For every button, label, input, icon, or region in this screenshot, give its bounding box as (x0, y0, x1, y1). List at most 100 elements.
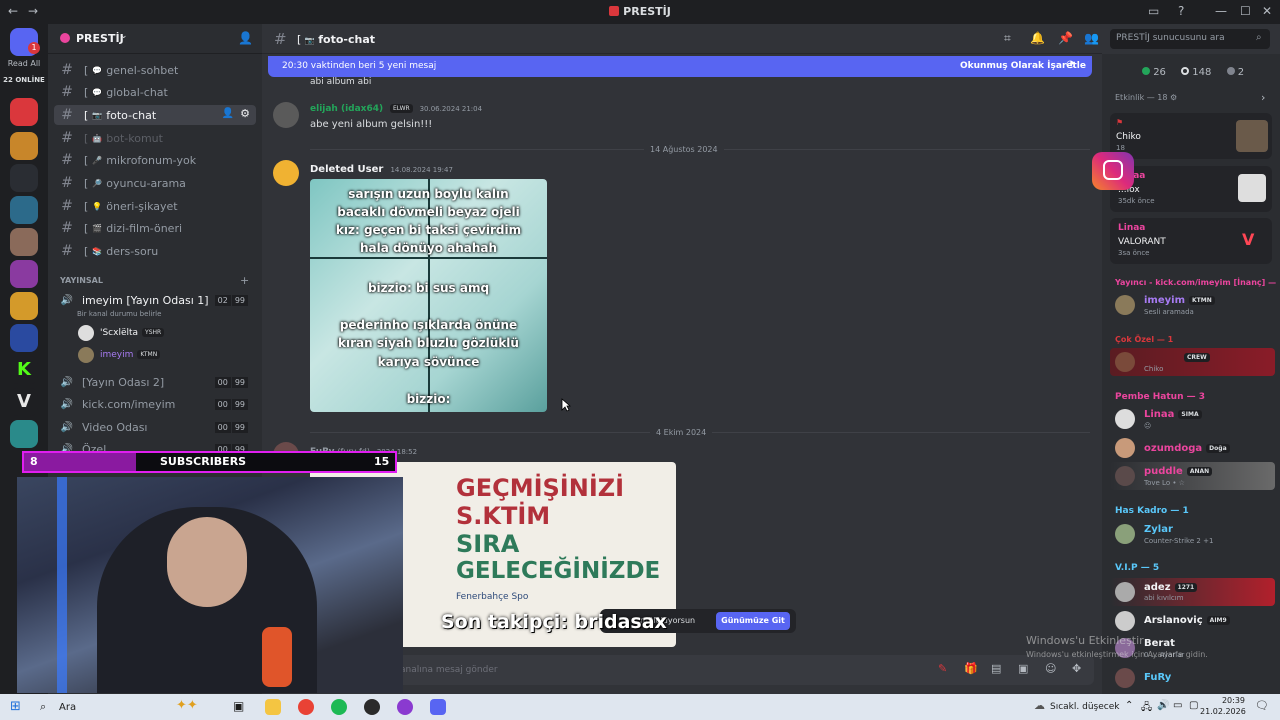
activity-card[interactable]: ⚑ Chiko 18 (1110, 113, 1272, 159)
member-name[interactable]: Zylar (1144, 524, 1173, 535)
help-icon[interactable]: ? (1178, 4, 1184, 18)
search-input[interactable]: PRESTİJ sunucusunu ara ⌕ (1110, 29, 1270, 49)
display-icon[interactable]: ▢ (1189, 700, 1198, 711)
channel-global-chat[interactable]: #[💬 global-chat (54, 82, 256, 102)
voice-room-1[interactable]: 🔊 imeyim [Yayın Odası 1] 02 99 (54, 290, 256, 310)
app-icon[interactable] (397, 699, 413, 715)
server-icon-4[interactable] (10, 196, 38, 224)
channel-foto-chat[interactable]: #[📷 foto-chat 👤 ⚙ (54, 105, 256, 125)
add-member-icon[interactable]: 👤 (238, 31, 253, 45)
bell-icon[interactable]: 🔔 (1030, 31, 1045, 45)
server-icon-8[interactable] (10, 324, 38, 352)
avatar[interactable] (1115, 466, 1135, 486)
maximize-icon[interactable]: ☐ (1240, 4, 1251, 18)
member-list-icon[interactable]: 👥 (1084, 31, 1099, 45)
server-icon-2[interactable] (10, 132, 38, 160)
minimize-icon[interactable]: — (1215, 4, 1227, 18)
discord-icon[interactable] (430, 699, 446, 715)
gift-icon[interactable]: 🎁 (964, 662, 978, 675)
channel-bot-komut[interactable]: #[🤖 bot-komut (54, 128, 256, 148)
avatar[interactable] (1115, 295, 1135, 315)
add-channel-icon[interactable]: + (240, 274, 249, 287)
member-name[interactable]: imeyim KTMN (1144, 295, 1215, 306)
voice-user[interactable]: 'Scxlëlta YSHR (100, 328, 165, 338)
activity-card[interactable]: Linaa ...lox 35dk önce (1110, 166, 1272, 212)
taskbar-search[interactable]: Ara (59, 702, 76, 713)
chrome-icon[interactable] (298, 699, 314, 715)
kick-server-icon[interactable]: K (10, 356, 38, 384)
voice-status[interactable]: Bir kanal durumu belirle (77, 310, 161, 318)
server-icon-7[interactable] (10, 292, 38, 320)
message-input[interactable]: analına mesaj gönder ✎ 🎁 ▤ ▣ ☺ ✥ (390, 655, 1094, 685)
channel-mikrofonum-yok[interactable]: #[🎤 mikrofonum-yok (54, 150, 256, 170)
voice-room-2[interactable]: 🔊 [Yayın Odası 2] 00 99 (54, 372, 256, 392)
channel-ders-soru[interactable]: #[📚 ders-soru (54, 241, 256, 261)
invite-icon[interactable]: 👤 (222, 108, 234, 119)
threads-icon[interactable]: ⌗ (1004, 31, 1011, 46)
channel-oyuncu-arama[interactable]: #[🔎 oyuncu-arama (54, 173, 256, 193)
channel-oneri-sikayet[interactable]: #[💡 öneri-şikayet (54, 196, 256, 216)
gif-icon[interactable]: ▤ (991, 662, 1001, 675)
avatar[interactable] (1115, 582, 1135, 602)
inbox-icon[interactable]: ▭ (1148, 4, 1159, 18)
file-explorer-icon[interactable] (265, 699, 281, 715)
avatar[interactable] (1115, 352, 1135, 372)
apps-icon[interactable]: ✥ (1072, 662, 1081, 675)
jump-to-present-button[interactable]: Günümüze Git (716, 612, 790, 630)
avatar[interactable] (1115, 409, 1135, 429)
sticker-icon[interactable]: ▣ (1018, 662, 1028, 675)
server-header[interactable]: PRESTİJ ⌄ 👤 (48, 24, 262, 54)
avatar[interactable] (273, 160, 299, 186)
battery-icon[interactable]: ▭ (1173, 700, 1182, 711)
activity-card[interactable]: Linaa VALORANT 3sa önce V (1110, 218, 1272, 264)
voice-room-4[interactable]: 🔊 Video Odası 00 99 (54, 417, 256, 437)
member-name[interactable]: adez 1271 (1144, 582, 1198, 593)
channel-dizi-film-oneri[interactable]: #[🎬 dizi-film-öneri (54, 218, 256, 238)
channel-genel-sohbet[interactable]: #[💬 genel-sohbet (54, 60, 256, 80)
search-icon[interactable]: ⌕ (40, 700, 46, 714)
member-name[interactable]: Linaa SIMA (1144, 409, 1202, 420)
server-icon-3[interactable] (10, 164, 38, 192)
server-icon-prestij[interactable] (10, 98, 38, 126)
weather-text[interactable]: Sıcakl. düşecek (1050, 702, 1119, 712)
avatar[interactable] (1115, 611, 1135, 631)
task-view-icon[interactable]: ▣ (233, 699, 244, 713)
voice-category[interactable]: YAYINSAL (60, 276, 103, 285)
member-name[interactable]: Berat (1144, 638, 1175, 649)
close-icon[interactable]: ✕ (1262, 4, 1272, 18)
member-name[interactable]: puddle ANAN (1144, 466, 1213, 477)
tray-chevron-icon[interactable]: ⌃ (1125, 700, 1133, 711)
pin-icon[interactable]: 📌 (1058, 31, 1073, 45)
member-name[interactable]: Arslanoviç AIM9 (1144, 615, 1230, 626)
valorant-server-icon[interactable]: V (10, 388, 38, 416)
server-icon-11[interactable] (10, 420, 38, 448)
notifications-icon[interactable]: 🗨 (1255, 699, 1269, 712)
settings-gear-icon[interactable]: ⚙ (240, 107, 250, 120)
avatar[interactable] (1115, 668, 1135, 688)
windows-start-icon[interactable]: ⊞ (10, 699, 21, 714)
server-icon-5[interactable] (10, 228, 38, 256)
chevron-right-icon[interactable]: › (1261, 91, 1265, 104)
read-all-button[interactable]: Read All (0, 59, 48, 68)
member-name[interactable]: ozumdoga Doğa (1144, 443, 1230, 454)
clock-date[interactable]: 21.02.2026 (1200, 707, 1246, 716)
gear-icon[interactable]: ⚙ (1170, 93, 1177, 102)
message-author[interactable]: elijah (idax64) (310, 104, 383, 114)
avatar[interactable] (1115, 438, 1135, 458)
volume-icon[interactable]: 🔊 (1157, 700, 1169, 711)
spotify-icon[interactable] (331, 699, 347, 715)
voice-user[interactable]: imeyim KTMN (100, 350, 161, 360)
new-messages-bar[interactable]: 20:30 vaktinden beri 5 yeni mesaj Okunmu… (268, 56, 1092, 77)
obs-icon[interactable] (364, 699, 380, 715)
message-author[interactable]: Deleted User (310, 164, 383, 175)
emoji-icon[interactable]: ☺ (1045, 662, 1056, 675)
clock-time[interactable]: 20:39 (1200, 696, 1245, 705)
voice-room-3[interactable]: 🔊 kick.com/imeyim 00 99 (54, 394, 256, 414)
avatar[interactable] (1115, 524, 1135, 544)
member-name[interactable]: FuRy (1144, 672, 1171, 683)
avatar[interactable] (273, 102, 299, 128)
server-icon-6[interactable] (10, 260, 38, 288)
meme-image-attachment[interactable]: sarışın uzun boylu kalın bacaklı dövmeli… (310, 179, 547, 412)
nitro-icon[interactable]: ✎ (938, 662, 947, 675)
network-icon[interactable]: 🖧 (1141, 700, 1152, 717)
